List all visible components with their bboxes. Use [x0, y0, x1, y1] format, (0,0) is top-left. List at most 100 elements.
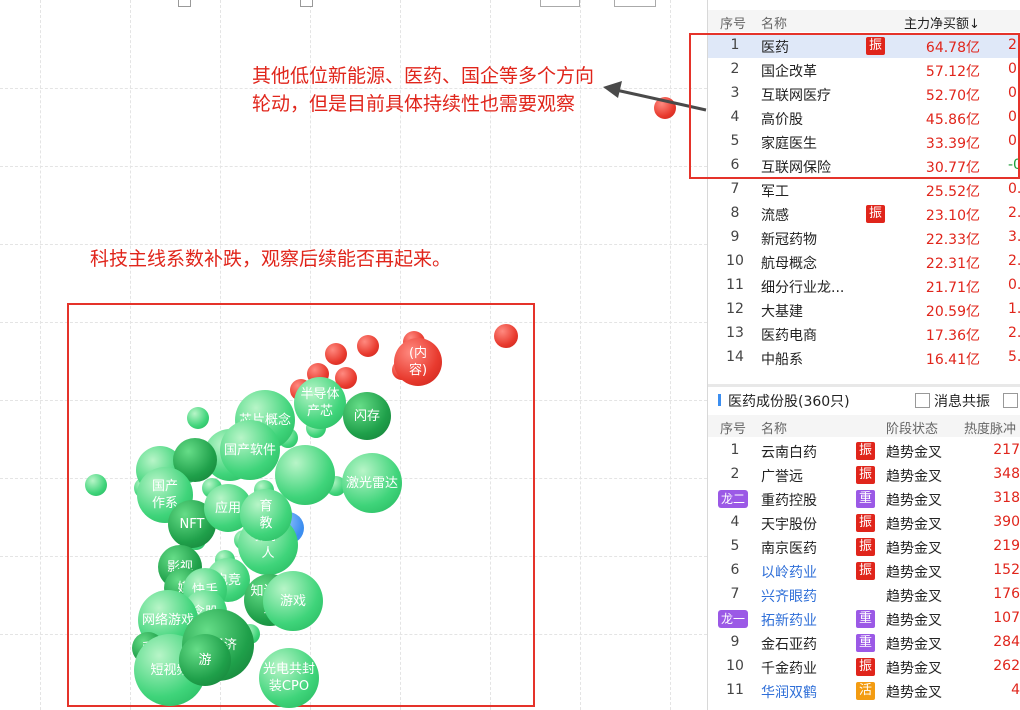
heat-value: 348: [993, 466, 1020, 482]
change-rate: 5.: [1008, 349, 1020, 365]
net-inflow-value: 23.10亿: [925, 208, 980, 224]
change-rate: 0.: [1008, 181, 1020, 197]
stock-row[interactable]: 7 兴齐眼药 趋势金叉 176: [708, 583, 1020, 607]
stock-panel-title: 医药成份股(360只): [728, 394, 850, 410]
stock-row[interactable]: 9 金石亚药 重趋势金叉 284: [708, 631, 1020, 655]
stock-row[interactable]: 龙二 重药控股 重趋势金叉 318: [708, 487, 1020, 511]
heat-value: 284: [993, 634, 1020, 650]
row-no: 9: [730, 229, 740, 245]
col-inflow[interactable]: 主力净买额↓: [904, 13, 980, 32]
sector-row[interactable]: 12 大基建 20.59亿 1.: [708, 298, 1020, 322]
stage-status: 趋势金叉: [886, 445, 942, 461]
stage-status: 趋势金叉: [886, 589, 942, 605]
extra-checkbox[interactable]: [1003, 393, 1018, 408]
sector-name[interactable]: 军工: [761, 181, 789, 201]
sector-row[interactable]: 10 航母概念 22.31亿 2.: [708, 250, 1020, 274]
status-tag: 活: [856, 682, 875, 700]
stock-row[interactable]: 5 南京医药 振趋势金叉 219: [708, 535, 1020, 559]
annotation-arrow-head: [603, 81, 622, 98]
sector-name[interactable]: 细分行业龙...: [761, 277, 844, 297]
sector-row[interactable]: 9 新冠药物 22.33亿 3.: [708, 226, 1020, 250]
arrow-layer: [603, 81, 707, 112]
row-no: 7: [730, 586, 740, 602]
col-name[interactable]: 名称: [761, 13, 787, 32]
stock-table-header: 序号 名称 阶段状态 热度脉冲: [708, 415, 1020, 437]
heat-value: 219: [993, 538, 1020, 554]
heat-value: 318: [993, 490, 1020, 506]
stock-name[interactable]: 云南白药: [761, 442, 817, 462]
stock-row[interactable]: 6 以岭药业 振趋势金叉 152: [708, 559, 1020, 583]
stock-row[interactable]: 10 千金药业 振趋势金叉 262: [708, 655, 1020, 679]
stock-name[interactable]: 华润双鹤: [761, 682, 817, 702]
change-rate: 2.: [1008, 205, 1020, 221]
row-no: 13: [726, 325, 744, 341]
row-no: 10: [726, 253, 744, 269]
heat-value: 262: [993, 658, 1020, 674]
surge-tag: 振: [866, 205, 885, 223]
row-no: 11: [726, 277, 744, 293]
change-rate: 2.: [1008, 325, 1020, 341]
stock-row[interactable]: 11 华润双鹤 活趋势金叉 4: [708, 679, 1020, 703]
stock-name[interactable]: 重药控股: [761, 490, 817, 510]
row-no: 7: [730, 181, 740, 197]
stock-name[interactable]: 拓新药业: [761, 610, 817, 630]
net-inflow-value: 22.33亿: [925, 232, 980, 248]
sector-row[interactable]: 11 细分行业龙... 21.71亿 0.: [708, 274, 1020, 298]
net-inflow-value: 22.31亿: [925, 256, 980, 272]
news-resonance-label[interactable]: 消息共振: [934, 391, 990, 411]
heat-value: 107: [993, 610, 1020, 626]
stock-name[interactable]: 广誉远: [761, 466, 803, 486]
row-no: 9: [730, 634, 740, 650]
col-stage[interactable]: 阶段状态: [886, 418, 938, 437]
status-tag: 振: [856, 538, 875, 556]
sector-table-header: 序号 名称 主力净买额↓: [708, 10, 1020, 32]
app-window: 其他低位新能源、医药、国企等多个方向 轮动，但是目前具体持续性也需要观察 科技主…: [0, 0, 1020, 710]
status-tag: 重: [856, 490, 875, 508]
sector-name[interactable]: 新冠药物: [761, 229, 817, 249]
stage-status: 趋势金叉: [886, 637, 942, 653]
heat-value: 176: [993, 586, 1020, 602]
stock-row[interactable]: 2 广誉远 振趋势金叉 348: [708, 463, 1020, 487]
stock-name[interactable]: 千金药业: [761, 658, 817, 678]
stock-row[interactable]: 4 天宇股份 振趋势金叉 390: [708, 511, 1020, 535]
heat-value: 390: [993, 514, 1020, 530]
row-no: 6: [730, 562, 740, 578]
col-name[interactable]: 名称: [761, 418, 787, 437]
sector-name[interactable]: 中船系: [761, 349, 803, 369]
stock-panel-titlebar: 医药成份股(360只) 消息共振: [708, 387, 1020, 414]
sector-row[interactable]: 13 医药电商 17.36亿 2.: [708, 322, 1020, 346]
stage-status: 趋势金叉: [886, 661, 942, 677]
stock-name[interactable]: 以岭药业: [761, 562, 817, 582]
news-resonance-checkbox[interactable]: [915, 393, 930, 408]
change-rate: 0.: [1008, 277, 1020, 293]
row-no: 10: [726, 658, 744, 674]
stock-name[interactable]: 兴齐眼药: [761, 586, 817, 606]
sector-name[interactable]: 大基建: [761, 301, 803, 321]
col-no[interactable]: 序号: [720, 418, 746, 437]
stock-row[interactable]: 龙一 拓新药业 重趋势金叉 107: [708, 607, 1020, 631]
stage-status: 趋势金叉: [886, 517, 942, 533]
net-inflow-value: 25.52亿: [925, 184, 980, 200]
heat-value: 4: [1011, 682, 1020, 698]
status-tag: 振: [856, 514, 875, 532]
sector-name[interactable]: 流感: [761, 205, 789, 225]
stock-name[interactable]: 天宇股份: [761, 514, 817, 534]
stock-name[interactable]: 金石亚药: [761, 634, 817, 654]
sector-row[interactable]: 14 中船系 16.41亿 5.: [708, 346, 1020, 370]
bubble-chart-panel: 其他低位新能源、医药、国企等多个方向 轮动，但是目前具体持续性也需要观察 科技主…: [0, 0, 707, 710]
col-heat[interactable]: 热度脉冲: [964, 418, 1016, 437]
row-no: 5: [730, 538, 740, 554]
change-rate: 1.: [1008, 301, 1020, 317]
row-no: 11: [726, 682, 744, 698]
sector-name[interactable]: 医药电商: [761, 325, 817, 345]
col-no[interactable]: 序号: [720, 13, 746, 32]
stock-name[interactable]: 南京医药: [761, 538, 817, 558]
stock-row[interactable]: 1 云南白药 振趋势金叉 217: [708, 439, 1020, 463]
sector-row[interactable]: 7 军工 25.52亿 0.: [708, 178, 1020, 202]
sector-name[interactable]: 航母概念: [761, 253, 817, 273]
stage-status: 趋势金叉: [886, 613, 942, 629]
net-inflow-value: 16.41亿: [925, 352, 980, 368]
sector-row[interactable]: 8 流感 振 23.10亿 2.: [708, 202, 1020, 226]
heat-value: 217: [993, 442, 1020, 458]
status-tag: 振: [856, 562, 875, 580]
